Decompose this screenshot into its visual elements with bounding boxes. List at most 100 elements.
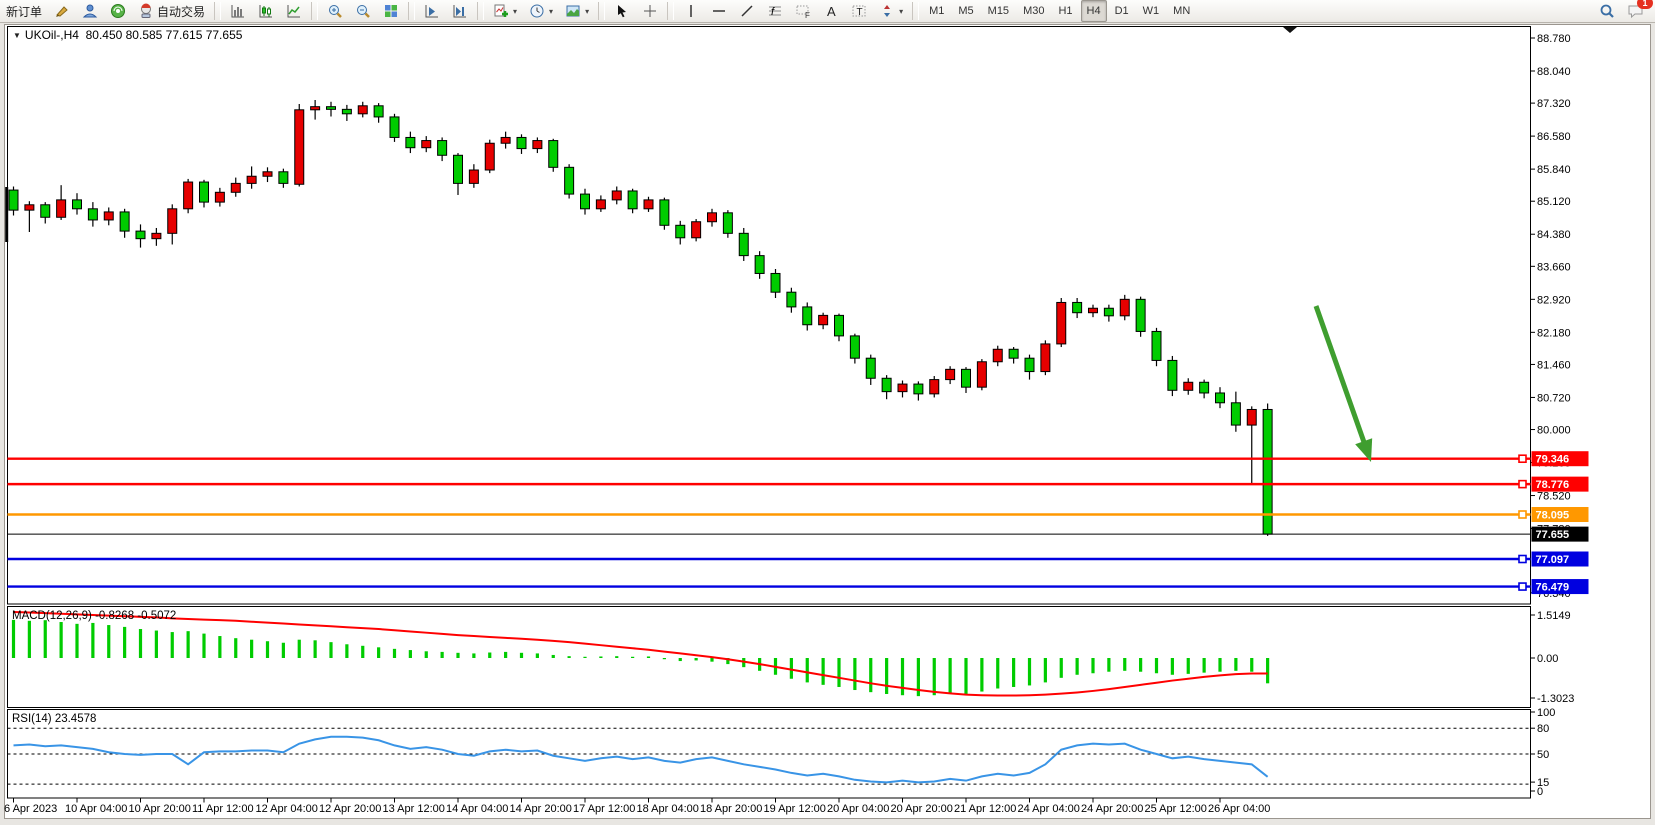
brush-tool-button[interactable] [49, 0, 75, 22]
svg-text:F: F [805, 11, 810, 19]
candle-body-down [755, 256, 764, 274]
timeframe-button-m30[interactable]: M30 [1017, 0, 1050, 22]
zoomout-icon [355, 3, 371, 19]
cursor-tool-button[interactable] [609, 0, 635, 22]
templates-button[interactable]: ▾ [560, 0, 594, 22]
candle-body-up [263, 172, 272, 176]
trendline-tool-button[interactable] [734, 0, 760, 22]
timeframe-button-m1[interactable]: M1 [923, 0, 950, 22]
candle-body-down [1168, 360, 1177, 390]
price-axis-label: 82.180 [1537, 327, 1571, 339]
shapes-icon [879, 3, 895, 19]
macd-histogram-bar [663, 658, 666, 659]
crosshair-tool-button[interactable] [637, 0, 663, 22]
dropdown-caret-icon[interactable]: ▾ [585, 7, 589, 16]
vline-tool-button[interactable] [678, 0, 704, 22]
search-button[interactable] [1594, 0, 1620, 22]
macd-histogram-bar [806, 658, 809, 682]
zoom-out-button[interactable] [350, 0, 376, 22]
zoom-in-button[interactable] [322, 0, 348, 22]
candle-body-up [819, 315, 828, 324]
price-axis-label: 83.660 [1537, 261, 1571, 273]
notifications-button[interactable]: 1 [1622, 0, 1650, 22]
macd-histogram-bar [583, 657, 586, 658]
brush-icon [54, 3, 70, 19]
line-drag-handle[interactable] [1519, 511, 1526, 518]
auto-scroll-button[interactable] [419, 0, 445, 22]
date-axis-label: 6 Apr 2023 [4, 803, 57, 815]
candle-body-up [1120, 299, 1129, 316]
hline-tool-button[interactable] [706, 0, 732, 22]
macd-histogram-bar [139, 629, 142, 658]
timeframe-button-h1[interactable]: H1 [1052, 0, 1078, 22]
toolbar-separator [408, 2, 415, 20]
label-tool-button[interactable]: T [846, 0, 872, 22]
timeframe-button-m15[interactable]: M15 [982, 0, 1015, 22]
price-axis-label: 78.520 [1537, 491, 1571, 503]
date-axis-label: 21 Apr 12:00 [954, 803, 1016, 815]
macd-histogram-bar [28, 621, 31, 658]
fibo-icon: f [767, 3, 783, 19]
line-chart-mode-button[interactable] [281, 0, 307, 22]
dropdown-caret-icon[interactable]: ▾ [513, 7, 517, 16]
svg-text:f: f [771, 6, 775, 18]
text-tool-button[interactable]: A [818, 0, 844, 22]
macd-histogram-bar [107, 625, 110, 658]
macd-histogram-bar [1044, 658, 1047, 682]
tile-windows-button[interactable] [378, 0, 404, 22]
arrows-tool-button[interactable]: ▾ [874, 0, 908, 22]
linechart-icon [286, 3, 302, 19]
timeframe-button-d1[interactable]: D1 [1109, 0, 1135, 22]
dropdown-caret-icon[interactable]: ▾ [549, 7, 553, 16]
signals-button[interactable] [105, 0, 131, 22]
tiles-icon [383, 3, 399, 19]
cursor-icon [614, 3, 630, 19]
macd-histogram-bar [155, 631, 158, 658]
macd-histogram-bar [393, 649, 396, 658]
chart-shift-button[interactable] [447, 0, 473, 22]
timeframe-button-w1[interactable]: W1 [1137, 0, 1166, 22]
level-price-badge-label: 78.095 [1536, 509, 1570, 521]
date-axis-label: 13 Apr 12:00 [383, 803, 445, 815]
macd-histogram-bar [536, 653, 539, 658]
channel-tool-button[interactable]: F [790, 0, 816, 22]
candle-body-down [454, 155, 463, 183]
signal-icon [110, 3, 126, 19]
line-drag-handle[interactable] [1519, 556, 1526, 563]
candle-body-up [1089, 308, 1098, 312]
candle-body-down [88, 209, 97, 220]
macd-histogram-bar [123, 627, 126, 658]
autotrade-button[interactable]: 自动交易 [133, 0, 210, 22]
dropdown-caret-icon[interactable]: ▾ [899, 7, 903, 16]
line-drag-handle[interactable] [1519, 583, 1526, 590]
timeframe-button-mn[interactable]: MN [1167, 0, 1196, 22]
timeframe-button-h4[interactable]: H4 [1081, 0, 1107, 22]
macd-histogram-bar [329, 642, 332, 658]
new-order-button[interactable]: 新订单 [1, 0, 47, 22]
candle-body-down [803, 307, 812, 325]
addind-icon [493, 3, 509, 19]
macd-histogram-bar [171, 632, 174, 658]
candle-body-up [1057, 302, 1066, 343]
line-drag-handle[interactable] [1519, 455, 1526, 462]
line-drag-handle[interactable] [1519, 481, 1526, 488]
clipped-candle [5, 187, 8, 242]
macd-histogram-bar [599, 656, 602, 658]
add-indicator-button[interactable]: ▾ [488, 0, 522, 22]
macd-histogram-bar [1139, 658, 1142, 672]
candle-chart-mode-button[interactable] [253, 0, 279, 22]
macd-histogram-bar [1060, 658, 1063, 678]
date-axis-label: 11 Apr 12:00 [192, 803, 254, 815]
candle-body-up [311, 107, 320, 110]
macd-histogram-bar [314, 640, 317, 658]
bar-chart-mode-button[interactable] [225, 0, 251, 22]
timeframe-button-m5[interactable]: M5 [952, 0, 979, 22]
fibonacci-tool-button[interactable]: f [762, 0, 788, 22]
chart-canvas[interactable]: 88.78088.04087.32086.58085.84085.12084.3… [0, 0, 1655, 825]
candle-body-down [962, 369, 971, 387]
periods-button[interactable]: ▾ [524, 0, 558, 22]
candle-body-down [517, 137, 526, 148]
main-price-pane[interactable] [8, 27, 1531, 605]
level-price-badge-label: 76.479 [1536, 582, 1570, 594]
market-watch-button[interactable] [77, 0, 103, 22]
